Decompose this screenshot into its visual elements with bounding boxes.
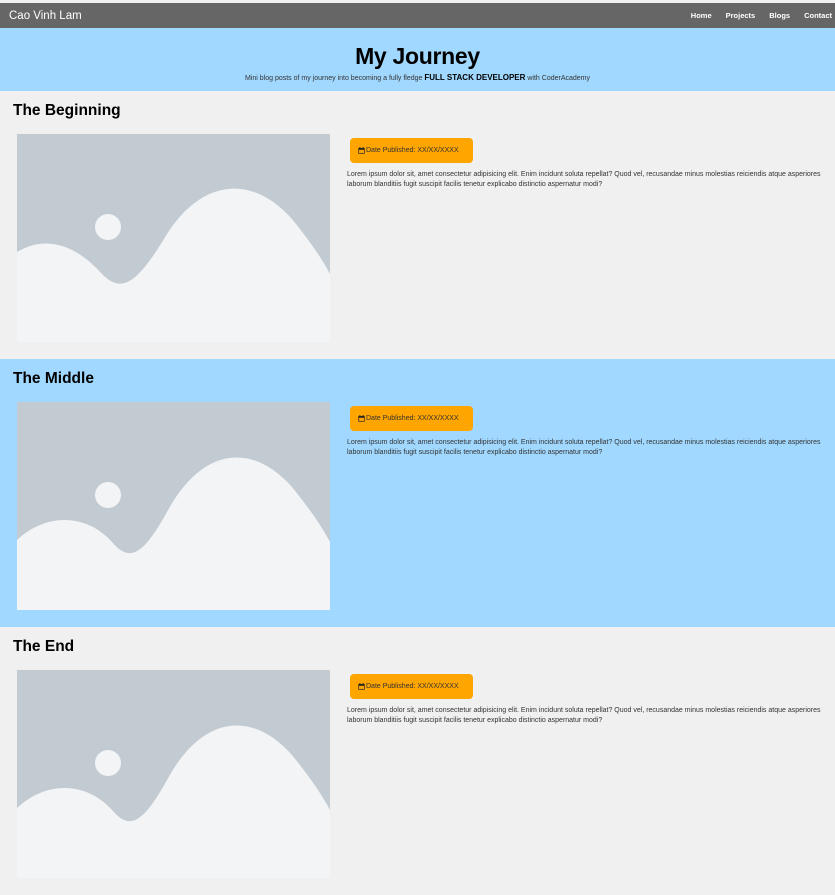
navbar: Cao Vinh Lam Home Projects Blogs Contact: [0, 3, 835, 28]
date-label: Date Published: XX/XX/XXXX: [366, 147, 459, 154]
date-label: Date Published: XX/XX/XXXX: [366, 683, 459, 690]
nav-link-blogs[interactable]: Blogs: [769, 11, 790, 20]
nav-link-home[interactable]: Home: [691, 11, 712, 20]
post-title: The End: [13, 638, 75, 655]
image-placeholder-icon: [17, 134, 330, 342]
date-label: Date Published: XX/XX/XXXX: [366, 415, 459, 422]
date-badge: Date Published: XX/XX/XXXX: [350, 406, 473, 431]
blog-post: The Beginning Date Published: XX/XX/XXXX…: [0, 91, 835, 359]
image-placeholder-icon: [17, 670, 330, 878]
calendar-icon: [358, 683, 365, 690]
page-title: My Journey: [355, 43, 480, 69]
page-subtitle: Mini blog posts of my journey into becom…: [0, 73, 835, 82]
site-brand[interactable]: Cao Vinh Lam: [9, 10, 82, 22]
nav-menu: Home Projects Blogs Contact: [677, 11, 835, 20]
calendar-icon: [358, 415, 365, 422]
image-placeholder-icon: [17, 402, 330, 610]
post-body: Lorem ipsum dolor sit, amet consectetur …: [347, 171, 821, 188]
date-badge: Date Published: XX/XX/XXXX: [350, 138, 473, 163]
subtitle-text-post: with CoderAcademy: [527, 75, 591, 82]
date-badge: Date Published: XX/XX/XXXX: [350, 674, 473, 699]
post-body: Lorem ipsum dolor sit, amet consectetur …: [347, 707, 821, 724]
blog-post: The End Date Published: XX/XX/XXXX Lorem…: [0, 627, 835, 895]
blog-post: The Middle Date Published: XX/XX/XXXX Lo…: [0, 359, 835, 627]
nav-link-projects[interactable]: Projects: [726, 11, 756, 20]
post-title: The Beginning: [13, 102, 121, 119]
subtitle-text-pre: Mini blog posts of my journey into becom…: [244, 75, 423, 82]
hero-banner: My Journey Mini blog posts of my journey…: [0, 28, 835, 91]
calendar-icon: [358, 147, 365, 154]
post-title: The Middle: [13, 370, 94, 387]
post-body: Lorem ipsum dolor sit, amet consectetur …: [347, 439, 821, 456]
nav-link-contact[interactable]: Contact: [804, 11, 832, 20]
subtitle-highlight: FULL STACK DEVELOPER: [424, 73, 526, 82]
